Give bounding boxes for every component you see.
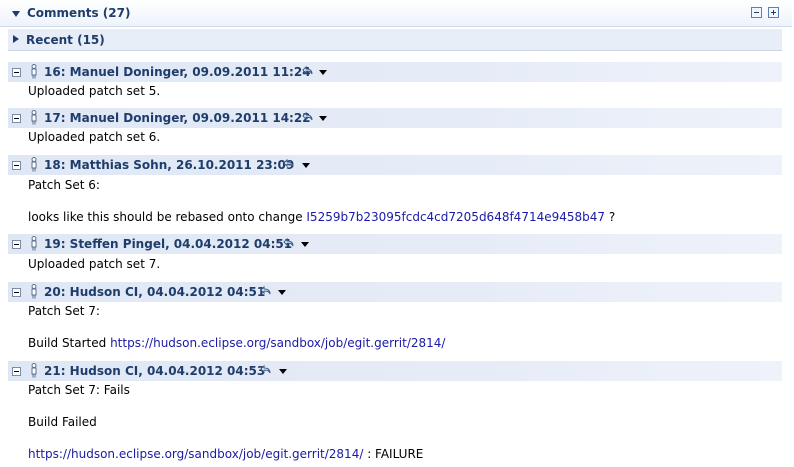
comment-text-suffix: : FAILURE xyxy=(363,447,424,461)
comment-text-prefix: looks like this should be rebased onto c… xyxy=(28,210,307,224)
comment-text: looks like this should be rebased onto c… xyxy=(28,210,615,224)
collapse-comment-icon[interactable] xyxy=(12,68,21,77)
person-icon xyxy=(31,64,37,79)
comment-title[interactable]: 17: Manuel Doninger, 09.09.2011 14:22 xyxy=(44,111,311,125)
reply-icon[interactable] xyxy=(283,237,295,249)
comment-text: Build Failed xyxy=(28,415,97,429)
comment-header-21[interactable]: 21: Hudson CI, 04.04.2012 04:53 xyxy=(8,361,782,381)
comment-menu-dropdown-icon[interactable] xyxy=(301,242,309,247)
reply-icon[interactable] xyxy=(283,158,295,170)
comment-menu-dropdown-icon[interactable] xyxy=(319,70,327,75)
recent-group-header[interactable]: Recent (15) xyxy=(8,29,782,51)
comment-title[interactable]: 16: Manuel Doninger, 09.09.2011 11:24 xyxy=(44,65,311,79)
collapse-comment-icon[interactable] xyxy=(12,288,21,297)
reply-icon[interactable] xyxy=(260,285,272,297)
collapse-comment-icon[interactable] xyxy=(12,114,21,123)
recent-expand-twisty-icon[interactable] xyxy=(13,35,19,43)
reply-icon[interactable] xyxy=(302,111,314,123)
recent-title[interactable]: Recent (15) xyxy=(26,33,105,47)
collapse-all-icon[interactable] xyxy=(751,7,762,18)
collapse-comment-icon[interactable] xyxy=(12,161,21,170)
comment-header-17[interactable]: 17: Manuel Doninger, 09.09.2011 14:22 xyxy=(8,108,782,128)
comments-section-header[interactable]: Comments (27) xyxy=(0,0,792,27)
comment-text: Build Started https://hudson.eclipse.org… xyxy=(28,336,445,350)
comment-header-20[interactable]: 20: Hudson CI, 04.04.2012 04:51 xyxy=(8,282,782,302)
comment-text: https://hudson.eclipse.org/sandbox/job/e… xyxy=(28,447,423,461)
comment-menu-dropdown-icon[interactable] xyxy=(302,163,310,168)
comment-title[interactable]: 18: Matthias Sohn, 26.10.2011 23:09 xyxy=(44,158,294,172)
comment-title[interactable]: 21: Hudson CI, 04.04.2012 04:53 xyxy=(44,364,265,378)
expand-all-icon[interactable] xyxy=(768,7,779,18)
reply-icon[interactable] xyxy=(260,364,272,376)
comment-header-16[interactable]: 16: Manuel Doninger, 09.09.2011 11:24 xyxy=(8,62,782,82)
comment-header-19[interactable]: 19: Steffen Pingel, 04.04.2012 04:51 xyxy=(8,234,782,254)
person-icon xyxy=(31,363,37,378)
comment-menu-dropdown-icon[interactable] xyxy=(279,369,287,374)
person-icon xyxy=(31,236,37,251)
comment-menu-dropdown-icon[interactable] xyxy=(278,290,286,295)
person-icon xyxy=(31,110,37,125)
comment-text: Uploaded patch set 7. xyxy=(28,257,161,271)
comment-header-18[interactable]: 18: Matthias Sohn, 26.10.2011 23:09 xyxy=(8,155,782,175)
person-icon xyxy=(31,157,37,172)
collapse-comment-icon[interactable] xyxy=(12,240,21,249)
comment-text: Uploaded patch set 5. xyxy=(28,84,161,98)
reply-icon[interactable] xyxy=(302,65,314,77)
build-link[interactable]: https://hudson.eclipse.org/sandbox/job/e… xyxy=(28,447,363,461)
comment-text: Patch Set 6: xyxy=(28,178,100,192)
section-title[interactable]: Comments (27) xyxy=(27,6,130,20)
comment-menu-dropdown-icon[interactable] xyxy=(319,116,327,121)
comment-text-prefix: Build Started xyxy=(28,336,111,350)
build-link[interactable]: https://hudson.eclipse.org/sandbox/job/e… xyxy=(110,336,445,350)
collapse-comment-icon[interactable] xyxy=(12,367,21,376)
comment-title[interactable]: 20: Hudson CI, 04.04.2012 04:51 xyxy=(44,285,265,299)
change-id-link[interactable]: I5259b7b23095fcdc4cd7205d648f4714e9458b4… xyxy=(306,210,605,224)
comment-text: Patch Set 7: xyxy=(28,304,100,318)
comment-title[interactable]: 19: Steffen Pingel, 04.04.2012 04:51 xyxy=(44,237,292,251)
comment-text: Uploaded patch set 6. xyxy=(28,130,161,144)
section-expand-twisty-icon[interactable] xyxy=(12,11,20,17)
person-icon xyxy=(31,284,37,299)
comment-text-suffix: ? xyxy=(605,210,616,224)
comment-text: Patch Set 7: Fails xyxy=(28,383,130,397)
